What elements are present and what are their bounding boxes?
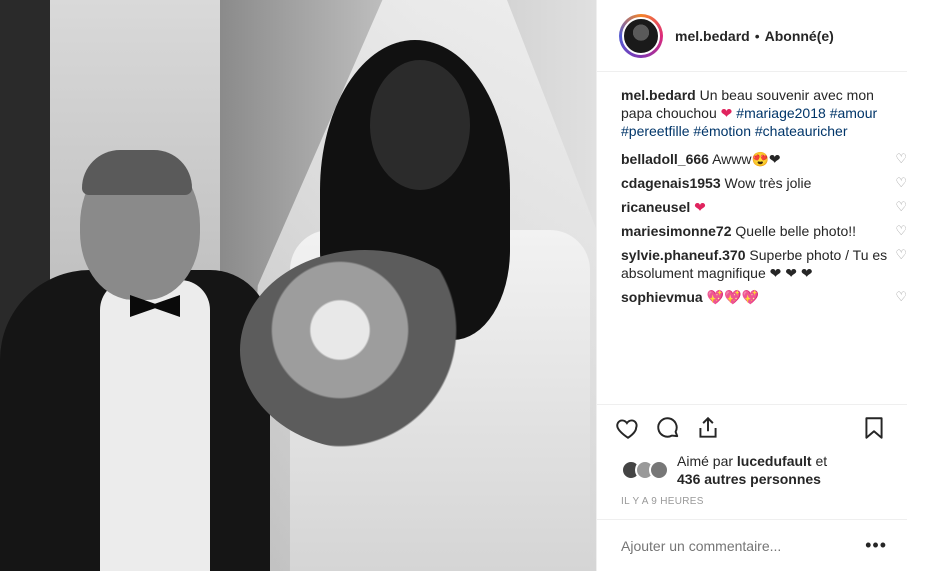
hashtag-link[interactable]: #émotion: [693, 123, 751, 139]
comment-text: Awww😍❤: [712, 151, 781, 167]
post-timestamp[interactable]: IL Y A 9 HEURES: [597, 490, 927, 519]
caption-emoji: ❤: [720, 105, 733, 121]
liker-avatar: [649, 460, 669, 480]
bookmark-icon[interactable]: [861, 415, 887, 441]
likes-conj: et: [815, 453, 828, 469]
comment-item: mariesimonne72 Quelle belle photo!! ♡: [621, 222, 907, 240]
post-header: mel.bedard • Abonné(e): [597, 0, 907, 72]
comment-username[interactable]: sophievmua: [621, 289, 703, 305]
comment-text: 💖💖💖: [706, 289, 759, 305]
comment-item: ricaneusel ❤ ♡: [621, 198, 907, 216]
comment-body: sophievmua 💖💖💖: [621, 288, 759, 306]
hashtag-link[interactable]: #pereetfille: [621, 123, 690, 139]
likes-text: Aimé par lucedufault et 436 autres perso…: [677, 452, 827, 488]
small-heart-icon[interactable]: ♡: [895, 198, 907, 216]
post-photo[interactable]: [0, 0, 596, 571]
comment-item: sophievmua 💖💖💖 ♡: [621, 288, 907, 306]
likes-prefix: Aimé par: [677, 453, 734, 469]
photo-bride-face: [370, 60, 470, 190]
small-heart-icon[interactable]: ♡: [895, 288, 907, 306]
photo-man-hair: [82, 150, 192, 195]
comment-body: ricaneusel ❤: [621, 198, 706, 216]
follow-status-button[interactable]: Abonné(e): [765, 28, 834, 44]
avatar[interactable]: [619, 13, 663, 58]
comment-body: cdagenais1953 Wow très jolie: [621, 174, 811, 192]
small-heart-icon[interactable]: ♡: [895, 150, 907, 168]
comment-body: mariesimonne72 Quelle belle photo!!: [621, 222, 856, 240]
likes-summary: Aimé par lucedufault et 436 autres perso…: [597, 450, 927, 490]
instagram-post: mel.bedard • Abonné(e) mel.bedard Un bea…: [0, 0, 927, 571]
small-heart-icon[interactable]: ♡: [895, 246, 907, 264]
action-bar: [597, 404, 907, 450]
comment-username[interactable]: belladoll_666: [621, 151, 709, 167]
heart-outline-icon[interactable]: [615, 415, 641, 441]
more-options-icon[interactable]: •••: [865, 535, 887, 556]
comment-input[interactable]: [621, 537, 866, 554]
comment-username[interactable]: cdagenais1953: [621, 175, 721, 191]
comment-username[interactable]: mariesimonne72: [621, 223, 732, 239]
comment-text: Wow très jolie: [724, 175, 812, 191]
liker-avatars: [621, 460, 669, 480]
comment-body: sylvie.phaneuf.370 Superbe photo / Tu es…: [621, 246, 889, 282]
photo-man-shirt: [100, 280, 210, 571]
post-sidebar: mel.bedard • Abonné(e) mel.bedard Un bea…: [596, 0, 927, 571]
header-username[interactable]: mel.bedard: [675, 28, 750, 44]
likes-others[interactable]: 436 autres personnes: [677, 471, 821, 487]
comment-bubble-icon[interactable]: [655, 415, 681, 441]
caption-username[interactable]: mel.bedard: [621, 87, 696, 103]
comment-text: ❤: [694, 199, 706, 215]
comment-item: cdagenais1953 Wow très jolie ♡: [621, 174, 907, 192]
small-heart-icon[interactable]: ♡: [895, 174, 907, 192]
comment-username[interactable]: ricaneusel: [621, 199, 690, 215]
small-heart-icon[interactable]: ♡: [895, 222, 907, 240]
hashtag-link[interactable]: #amour: [830, 105, 877, 121]
comment-item: sylvie.phaneuf.370 Superbe photo / Tu es…: [621, 246, 907, 282]
caption: mel.bedard Un beau souvenir avec mon pap…: [621, 86, 907, 140]
header-separator: •: [754, 27, 760, 44]
hashtag-link[interactable]: #mariage2018: [736, 105, 826, 121]
comment-text: Quelle belle photo!!: [735, 223, 857, 239]
photo-bouquet: [240, 250, 490, 450]
comment-username[interactable]: sylvie.phaneuf.370: [621, 247, 746, 263]
avatar-image: [622, 16, 660, 55]
share-icon[interactable]: [695, 415, 721, 441]
add-comment-bar: •••: [597, 519, 907, 571]
comments-section: mel.bedard Un beau souvenir avec mon pap…: [597, 72, 927, 404]
comment-body: belladoll_666 Awww😍❤: [621, 150, 781, 168]
comment-item: belladoll_666 Awww😍❤ ♡: [621, 150, 907, 168]
likes-user[interactable]: lucedufault: [737, 453, 812, 469]
hashtag-link[interactable]: #chateauricher: [755, 123, 848, 139]
